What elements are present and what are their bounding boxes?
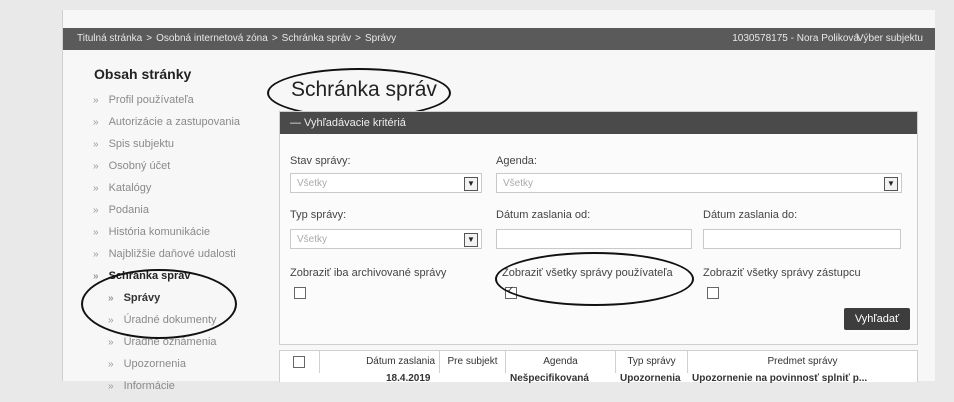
sidebar-title: Obsah stránky	[94, 66, 192, 82]
row-type: Upozornenia	[620, 373, 681, 384]
row-date: 18.4.2019	[386, 373, 431, 384]
sidebar-item-spis[interactable]: » Spis subjektu	[93, 138, 288, 160]
agenda-select[interactable]: Všetky ▼	[496, 173, 902, 193]
chevron-right-icon: »	[108, 359, 114, 370]
sidebar-item-osobny-ucet[interactable]: » Osobný účet	[93, 160, 288, 182]
date-from-label: Dátum zaslania od:	[496, 209, 591, 221]
row-agenda: Nešpecifikovaná	[510, 373, 589, 384]
column-header-type[interactable]: Typ správy	[616, 351, 688, 373]
chevron-right-icon: »	[93, 161, 99, 172]
breadcrumb-mailbox[interactable]: Schránka správ	[282, 33, 351, 44]
row-topic: Upozornenie na povinnosť splniť p...	[692, 373, 868, 384]
breadcrumb-home[interactable]: Titulná stránka	[77, 33, 142, 44]
select-subject-link[interactable]: Výber subjektu	[857, 33, 923, 44]
user-info: 1030578175 - Nora Poliková	[732, 33, 859, 44]
column-header-agenda[interactable]: Agenda	[506, 351, 616, 373]
sidebar-item-autorizacie[interactable]: » Autorizácie a zastupovania	[93, 116, 288, 138]
hand-drawn-circle	[495, 252, 694, 306]
sidebar-nav: » Profil používateľa » Autorizácie a zastu…	[93, 94, 288, 402]
date-to-label: Dátum zaslania do:	[703, 209, 798, 221]
agenda-label: Agenda:	[496, 155, 537, 167]
sidebar-item-profil[interactable]: » Profil používateľa	[93, 94, 288, 116]
column-header-date[interactable]: Dátum zaslania	[320, 351, 440, 373]
breadcrumb-personal-zone[interactable]: Osobná internetová zóna	[156, 33, 268, 44]
select-all-checkbox[interactable]	[293, 356, 305, 368]
chevron-down-icon: ▼	[464, 177, 478, 191]
sidebar-item-upozornenia[interactable]: » Upozornenia	[93, 358, 288, 380]
chevron-right-icon: »	[93, 271, 99, 282]
all-representative-messages-label: Zobraziť všetky správy zástupcu	[703, 267, 861, 279]
search-criteria-panel: — Vyhľadávacie kritériá Stav správy: Vše…	[279, 111, 918, 345]
hand-drawn-circle	[81, 269, 237, 339]
chevron-down-icon: ▼	[884, 177, 898, 191]
chevron-right-icon: »	[93, 95, 99, 106]
sidebar-item-udalosti[interactable]: » Najbližšie daňové udalosti	[93, 248, 288, 270]
all-representative-messages-checkbox[interactable]	[707, 287, 719, 299]
page: Titulná stránka > Osobná internetová zóna >…	[62, 10, 935, 392]
sidebar-item-podania[interactable]: » Podania	[93, 204, 288, 226]
type-select[interactable]: Všetky ▼	[290, 229, 482, 249]
archived-only-label: Zobraziť iba archivované správy	[290, 267, 447, 279]
chevron-right-icon: »	[108, 381, 114, 392]
breadcrumb-messages: Správy	[364, 33, 397, 44]
panel-header[interactable]: — Vyhľadávacie kritériá	[280, 112, 917, 134]
sidebar-item-informacie[interactable]: » Informácie	[93, 380, 288, 402]
chevron-right-icon: »	[93, 139, 99, 150]
column-header-topic[interactable]: Predmet správy	[688, 351, 917, 373]
search-button[interactable]: Vyhľadať	[844, 308, 910, 330]
sidebar-item-historia[interactable]: » História komunikácie	[93, 226, 288, 248]
status-select[interactable]: Všetky ▼	[290, 173, 482, 193]
breadcrumb: Titulná stránka > Osobná internetová zóna >…	[77, 33, 397, 44]
chevron-right-icon: »	[93, 249, 99, 260]
chevron-right-icon: »	[108, 337, 114, 348]
sidebar-item-uradne-oznamenia[interactable]: » Úradné oznámenia	[93, 336, 288, 358]
column-header-subject[interactable]: Pre subjekt	[440, 351, 506, 373]
chevron-right-icon: »	[93, 183, 99, 194]
select-all-header	[280, 351, 320, 373]
messages-table: Dátum zaslania Pre subjekt Agenda Typ sp…	[279, 350, 918, 384]
sidebar-item-katalogy[interactable]: » Katalógy	[93, 182, 288, 204]
chevron-right-icon: »	[93, 117, 99, 128]
date-from-input[interactable]	[496, 229, 692, 249]
chevron-down-icon: ▼	[464, 233, 478, 247]
type-label: Typ správy:	[290, 209, 347, 221]
chevron-right-icon: »	[93, 205, 99, 216]
status-label: Stav správy:	[290, 155, 351, 167]
top-bar: Titulná stránka > Osobná internetová zóna >…	[63, 28, 935, 50]
archived-only-checkbox[interactable]	[294, 287, 306, 299]
chevron-right-icon: »	[93, 227, 99, 238]
date-to-input[interactable]	[703, 229, 901, 249]
